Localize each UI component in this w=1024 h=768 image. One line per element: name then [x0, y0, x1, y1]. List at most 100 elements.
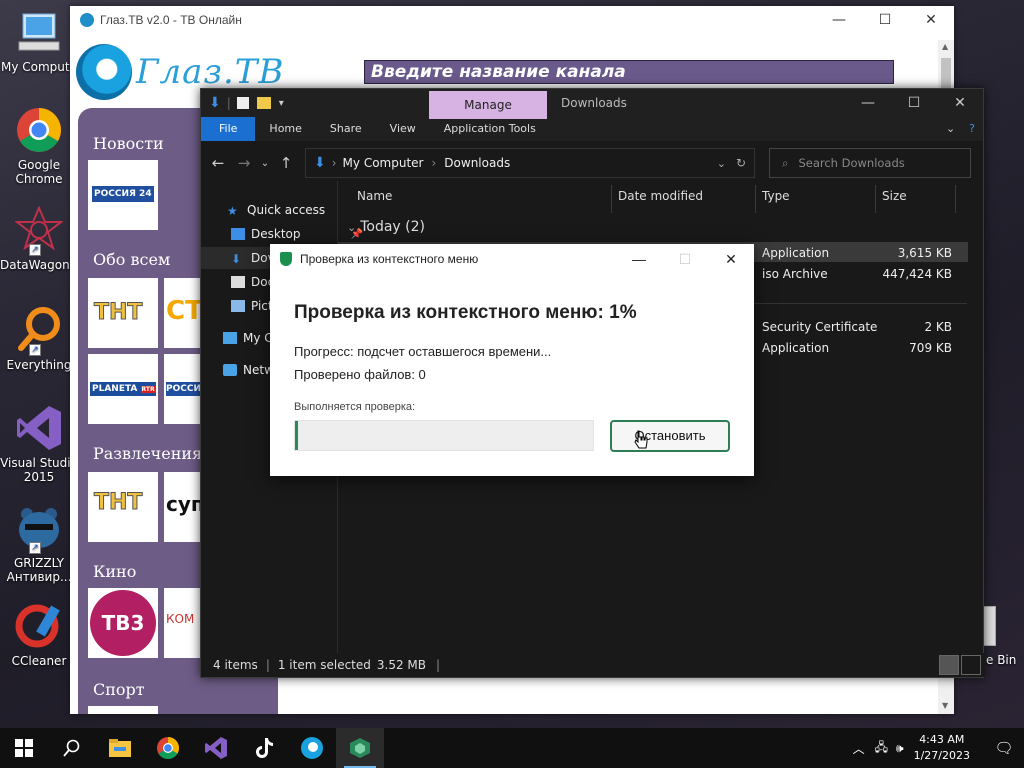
file-row[interactable]: iso Archive 447,424 KB	[762, 264, 952, 285]
desktop-icon-grizzly[interactable]: ↗ GRIZZLY Антивир...	[0, 504, 78, 584]
column-size[interactable]: Size	[876, 185, 956, 213]
up-icon[interactable]: ↑	[273, 154, 299, 172]
files-checked-text: Проверено файлов: 0	[294, 367, 426, 382]
breadcrumb-my-computer[interactable]: My Computer	[343, 156, 424, 170]
visual-studio-icon	[205, 737, 227, 759]
taskbar-glaz-tv[interactable]	[288, 728, 336, 768]
properties-icon[interactable]	[236, 97, 249, 109]
tab-file[interactable]: File	[201, 117, 256, 141]
channel-tnt-serebro[interactable]: ТНТ	[88, 472, 158, 542]
progress-status-text: Прогресс: подсчет оставшегося времени...	[294, 344, 552, 359]
document-icon	[231, 276, 245, 288]
search-button[interactable]	[48, 728, 96, 768]
refresh-icon[interactable]: ↻	[736, 156, 746, 170]
tab-view[interactable]: View	[376, 117, 430, 141]
desktop-icon-everything[interactable]: ↗ Everything	[0, 306, 78, 372]
search-icon: ⌕	[782, 155, 789, 170]
notifications-icon[interactable]: 🗨	[984, 739, 1024, 757]
channel-tnt[interactable]: ТНТ	[88, 278, 158, 348]
channel-planeta[interactable]: PLANETA RTR	[88, 354, 158, 424]
desktop-icon-label: Visual Studio 2015	[0, 456, 78, 484]
tab-application-tools[interactable]: Application Tools	[430, 117, 550, 141]
desktop-icon-ccleaner[interactable]: CCleaner	[0, 602, 78, 668]
channel-rossiya24[interactable]: РОССИЯ 24	[88, 160, 158, 230]
clock[interactable]: 4:43 AM 1/27/2023	[914, 732, 970, 764]
minimize-button[interactable]: —	[616, 244, 662, 274]
channel-sts[interactable]: СТ	[164, 278, 204, 348]
status-item-count: 4 items	[213, 658, 258, 672]
status-size: 3.52 MB	[376, 658, 427, 672]
desktop-icon-label: My Compute	[1, 60, 77, 74]
taskbar-grizzly-antivirus[interactable]	[336, 728, 384, 768]
column-date-modified[interactable]: Date modified	[612, 185, 756, 213]
channel-sport-partial[interactable]	[88, 706, 158, 714]
quick-access-dropdown-icon[interactable]: ▾	[279, 98, 284, 109]
desktop-icon-chrome[interactable]: Google Chrome	[0, 106, 78, 186]
taskbar: ︿ 🖧 🕪 4:43 AM 1/27/2023 🗨	[0, 728, 1024, 768]
column-type[interactable]: Type	[756, 185, 876, 213]
file-row[interactable]: Application 709 KB	[762, 338, 952, 359]
address-dropdown-icon[interactable]: ⌄	[717, 157, 726, 170]
file-row[interactable]: Application 3,615 KB	[762, 243, 952, 264]
channel-tv3[interactable]: ТВ3	[88, 588, 158, 658]
new-folder-icon[interactable]	[256, 97, 271, 109]
help-icon[interactable]: ?	[961, 117, 983, 141]
address-bar[interactable]: ⬇ › My Computer › Downloads ⌄ ↻	[305, 148, 755, 178]
grizzly-icon: ↗	[15, 504, 63, 554]
recent-locations-icon[interactable]: ⌄	[257, 158, 273, 169]
channel-super[interactable]: супе	[164, 472, 204, 542]
taskbar-tiktok[interactable]	[240, 728, 288, 768]
glaz-app-icon	[80, 13, 94, 27]
channel-search-input[interactable]: Введите название канала	[364, 60, 894, 84]
taskbar-chrome[interactable]	[144, 728, 192, 768]
back-icon[interactable]: ←	[205, 154, 231, 172]
desktop-icon-visual-studio[interactable]: Visual Studio 2015	[0, 404, 78, 484]
scroll-down-icon[interactable]: ▼	[942, 701, 948, 710]
taskbar-visual-studio[interactable]	[192, 728, 240, 768]
channel-rossiya[interactable]: РОССИ	[164, 354, 204, 424]
recycle-bin-icon[interactable]	[982, 606, 996, 646]
tab-manage[interactable]: Manage	[429, 91, 547, 119]
desktop-icon-my-computer[interactable]: My Compute	[0, 8, 78, 74]
scrollbar-thumb[interactable]	[941, 58, 951, 92]
desktop-icon-datawagon[interactable]: ↗ DataWagon...	[0, 205, 81, 272]
search-box[interactable]: ⌕ Search Downloads	[769, 148, 971, 178]
maximize-button[interactable]: ☐	[862, 6, 908, 34]
desktop-icon-label: Everything	[6, 358, 72, 372]
chevron-up-icon[interactable]: ︿	[853, 740, 865, 757]
maximize-button: ☐	[678, 250, 692, 267]
star-icon: ★	[227, 204, 238, 218]
group-header-today[interactable]: ⌄ Today (2)	[347, 219, 425, 235]
desktop-folder-icon	[231, 228, 245, 240]
taskbar-file-explorer[interactable]	[96, 728, 144, 768]
forward-icon[interactable]: →	[231, 154, 257, 172]
minimize-button[interactable]: —	[816, 6, 862, 34]
large-icons-view-icon[interactable]	[961, 655, 981, 675]
start-button[interactable]	[0, 728, 48, 768]
system-tray: ︿ 🖧 🕪 4:43 AM 1/27/2023 🗨	[853, 728, 1024, 768]
visual-studio-icon	[15, 404, 63, 452]
channel-kom[interactable]: КОМ	[164, 588, 204, 658]
close-button[interactable]: ✕	[908, 6, 954, 34]
network-icon[interactable]: 🖧	[875, 738, 888, 759]
category-about-everything: Обо всем	[93, 250, 171, 269]
progress-fill	[295, 421, 298, 450]
maximize-button[interactable]: ☐	[891, 89, 937, 117]
close-button[interactable]: ✕	[937, 89, 983, 117]
tab-share[interactable]: Share	[316, 117, 376, 141]
volume-icon[interactable]: 🕪	[896, 741, 904, 756]
explorer-title: Downloads	[561, 96, 627, 110]
close-button[interactable]: ✕	[708, 244, 754, 274]
file-explorer-icon	[109, 739, 131, 757]
stop-button[interactable]: Остановить	[610, 420, 730, 452]
scroll-up-icon[interactable]: ▲	[942, 42, 948, 51]
column-name[interactable]: Name	[337, 185, 612, 213]
details-view-icon[interactable]	[939, 655, 959, 675]
breadcrumb-downloads[interactable]: Downloads	[444, 156, 510, 170]
minimize-button[interactable]: —	[845, 89, 891, 117]
shortcut-arrow-icon: ↗	[29, 344, 41, 356]
ribbon-expand-icon[interactable]: ⌄	[940, 117, 961, 141]
file-row[interactable]: Security Certificate 2 KB	[762, 317, 952, 338]
tab-home[interactable]: Home	[255, 117, 315, 141]
category-sport: Спорт	[93, 680, 145, 699]
